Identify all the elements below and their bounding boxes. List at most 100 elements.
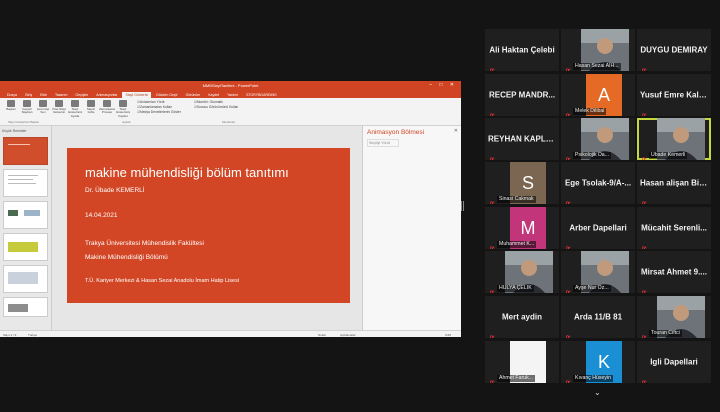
ribbon-button-label: Zamanlama Provası (99, 107, 115, 115)
mic-muted-icon (488, 284, 495, 293)
participant-name: Hasan alişan Bil... (640, 178, 709, 188)
participant-name: REYHAN KAPLAN (488, 134, 558, 144)
slide-counter: Slayt 1 / 9 (3, 332, 17, 337)
mic-muted-icon (488, 240, 495, 249)
comments-button[interactable]: Açıklamalar (340, 333, 356, 337)
ribbon-checkbox[interactable]: Monitör: Otomatik (194, 100, 238, 104)
ribbon-checkbox[interactable]: Medya Denetimlerini Göster (137, 110, 181, 114)
group-label: Slayt Gösterisini Başlat (8, 120, 39, 124)
participant-tile[interactable]: Ali Haktan Çelebi (485, 29, 559, 71)
ribbon: Baştan Geçerli Slayttan Çevrimiçi Sun Özel … (0, 98, 461, 126)
participant-tile[interactable]: Touran Ciftci (637, 296, 711, 338)
participant-tile[interactable]: Ahmet Faruk... (485, 341, 559, 383)
mic-muted-icon (488, 374, 495, 383)
participant-tile[interactable]: M Muhammet K... (485, 207, 559, 249)
participant-tile[interactable]: Psikolojik Da... (561, 118, 635, 160)
slide-title: makine mühendisliği bölüm tanıtımı (85, 165, 289, 180)
participant-tile[interactable]: REYHAN KAPLAN (485, 118, 559, 160)
mic-muted-icon (488, 329, 495, 338)
participant-name: Ayşe Nur Öz... (573, 285, 611, 292)
current-slide[interactable]: makine mühendisliği bölüm tanıtımı Dr. Ü… (67, 148, 350, 303)
participant-tile[interactable]: S Sinasi Cakmak (485, 162, 559, 204)
ribbon-checkbox[interactable]: Sunucu Görünümünü Kullan (194, 105, 238, 109)
meeting-window: { "app": { "title": "MMBSlaytTanitimi - … (0, 0, 720, 412)
ribbon-button[interactable]: Özel Slayt Gösterisi (52, 100, 66, 123)
participant-name: DUYGU DEMIRAY (640, 45, 708, 55)
slide-author: Dr. Übade KEMERLİ (85, 187, 145, 194)
splitter-handle[interactable] (461, 201, 465, 211)
participant-tile[interactable]: RECEP MANDR... (485, 74, 559, 116)
participant-tile[interactable]: Mücahit Serenli... (637, 207, 711, 249)
slide-department: Makine Mühendisliği Bölümü (85, 254, 168, 261)
participant-tile[interactable]: Ege Tsolak-9/A-... (561, 162, 635, 204)
close-icon[interactable]: ✕ (454, 128, 458, 134)
mic-muted-icon (564, 195, 571, 204)
ribbon-button-icon (87, 100, 95, 107)
ribbon-tabs: Dosya Giriş Ekle Tasarım Geçişler Animasyonla… (0, 90, 461, 98)
ribbon-button-label: Özel Slayt Gösterisi (52, 107, 66, 115)
mic-muted-icon (640, 374, 647, 383)
ribbon-button-label: Slayt Gösterisini Ayarla (67, 107, 83, 118)
ribbon-button[interactable]: Slayt Gösterisini Ayarla (68, 100, 82, 123)
mic-muted-icon (564, 284, 571, 293)
participant-tile[interactable]: K Kıvanç Hüseyin (561, 341, 635, 383)
ribbon-button-icon (71, 100, 79, 107)
participant-name: Melek Dilibal (573, 108, 607, 115)
group-label: Monitörler (222, 120, 236, 124)
participant-tile[interactable]: Igli Dapellari (637, 341, 711, 383)
ribbon-button-icon (119, 100, 127, 107)
ribbon-button-label: Slaydı Gizle (86, 107, 96, 115)
participant-name: Psikolojik Da... (573, 152, 612, 159)
mic-muted-icon (640, 62, 647, 71)
ribbon-checkbox[interactable]: Anlatımları Yürüt (137, 100, 181, 104)
participant-tile[interactable]: Yusuf Emre Kalk... (637, 74, 711, 116)
mic-muted-icon (640, 329, 647, 338)
mic-muted-icon (488, 151, 495, 160)
slide-canvas: makine mühendisliği bölüm tanıtımı Dr. Ü… (52, 126, 362, 330)
notes-button[interactable]: Notlar (318, 333, 326, 337)
slide-thumb-2[interactable] (3, 169, 48, 197)
ribbon-button-label: Baştan (6, 107, 16, 111)
slide-thumb-3[interactable] (3, 201, 48, 229)
animation-pane: Animasyon Bölmesi ✕ Seçiliyi Yürüt (362, 126, 461, 330)
ribbon-checkbox[interactable]: Zamanlamaları Kullan (137, 105, 181, 109)
mic-muted-icon (564, 329, 571, 338)
chevron-down-icon[interactable]: ⌄ (594, 388, 604, 397)
mic-muted-icon (640, 195, 647, 204)
mic-muted-icon (564, 374, 571, 383)
participant-name: Mert aydin (501, 312, 542, 322)
group-label: Ayarla (122, 120, 131, 124)
slide-thumb-4[interactable] (3, 233, 48, 261)
window-controls[interactable]: – □ ✕ (429, 82, 457, 88)
mic-muted-icon (564, 107, 571, 116)
participant-tile[interactable]: Hasan Sezai AİH... (561, 29, 635, 71)
participant-tile[interactable]: HULYA ÇELİK (485, 251, 559, 293)
slide-thumb-5[interactable] (3, 265, 48, 293)
ribbon-button-label: Slayt Gösterisini Kaydet (115, 107, 131, 118)
mic-muted-icon (640, 284, 647, 293)
participant-tile[interactable]: Mert aydin (485, 296, 559, 338)
animation-pane-title: Animasyon Bölmesi (367, 129, 425, 136)
ribbon-button-icon (103, 100, 111, 107)
participant-tile[interactable]: DUYGU DEMIRAY (637, 29, 711, 71)
status-bar: Slayt 1 / 9 Türkçe Notlar Açıklamalar %4… (0, 330, 461, 337)
participant-tile[interactable]: Übade Kemerli (637, 118, 711, 160)
play-selected-button[interactable]: Seçiliyi Yürüt (367, 139, 399, 147)
ribbon-button-icon (39, 100, 47, 107)
participant-name: Yusuf Emre Kalk... (640, 90, 710, 100)
participant-name: Sinasi Cakmak (497, 196, 536, 203)
participant-tile[interactable]: Arber Dapellari (561, 207, 635, 249)
participant-tile[interactable]: Hasan alişan Bil... (637, 162, 711, 204)
ribbon-button[interactable]: Slaydı Gizle (84, 100, 98, 123)
language: Türkçe (28, 332, 38, 337)
slide-thumb-6[interactable] (3, 297, 48, 317)
participant-tile[interactable]: Arda 11/B 81 (561, 296, 635, 338)
participant-tile[interactable]: Ayşe Nur Öz... (561, 251, 635, 293)
participant-tile[interactable]: A Melek Dilibal (561, 74, 635, 116)
participant-name: Muhammet K... (497, 241, 537, 248)
zoom-level: %48 (445, 332, 452, 337)
participant-name: Ali Haktan Çelebi (489, 45, 555, 55)
participant-tile[interactable]: Mirsat Ahmet 9.... (637, 251, 711, 293)
ribbon-button[interactable]: Zamanlama Provası (99, 100, 115, 123)
slide-thumb-1[interactable] (3, 137, 48, 165)
